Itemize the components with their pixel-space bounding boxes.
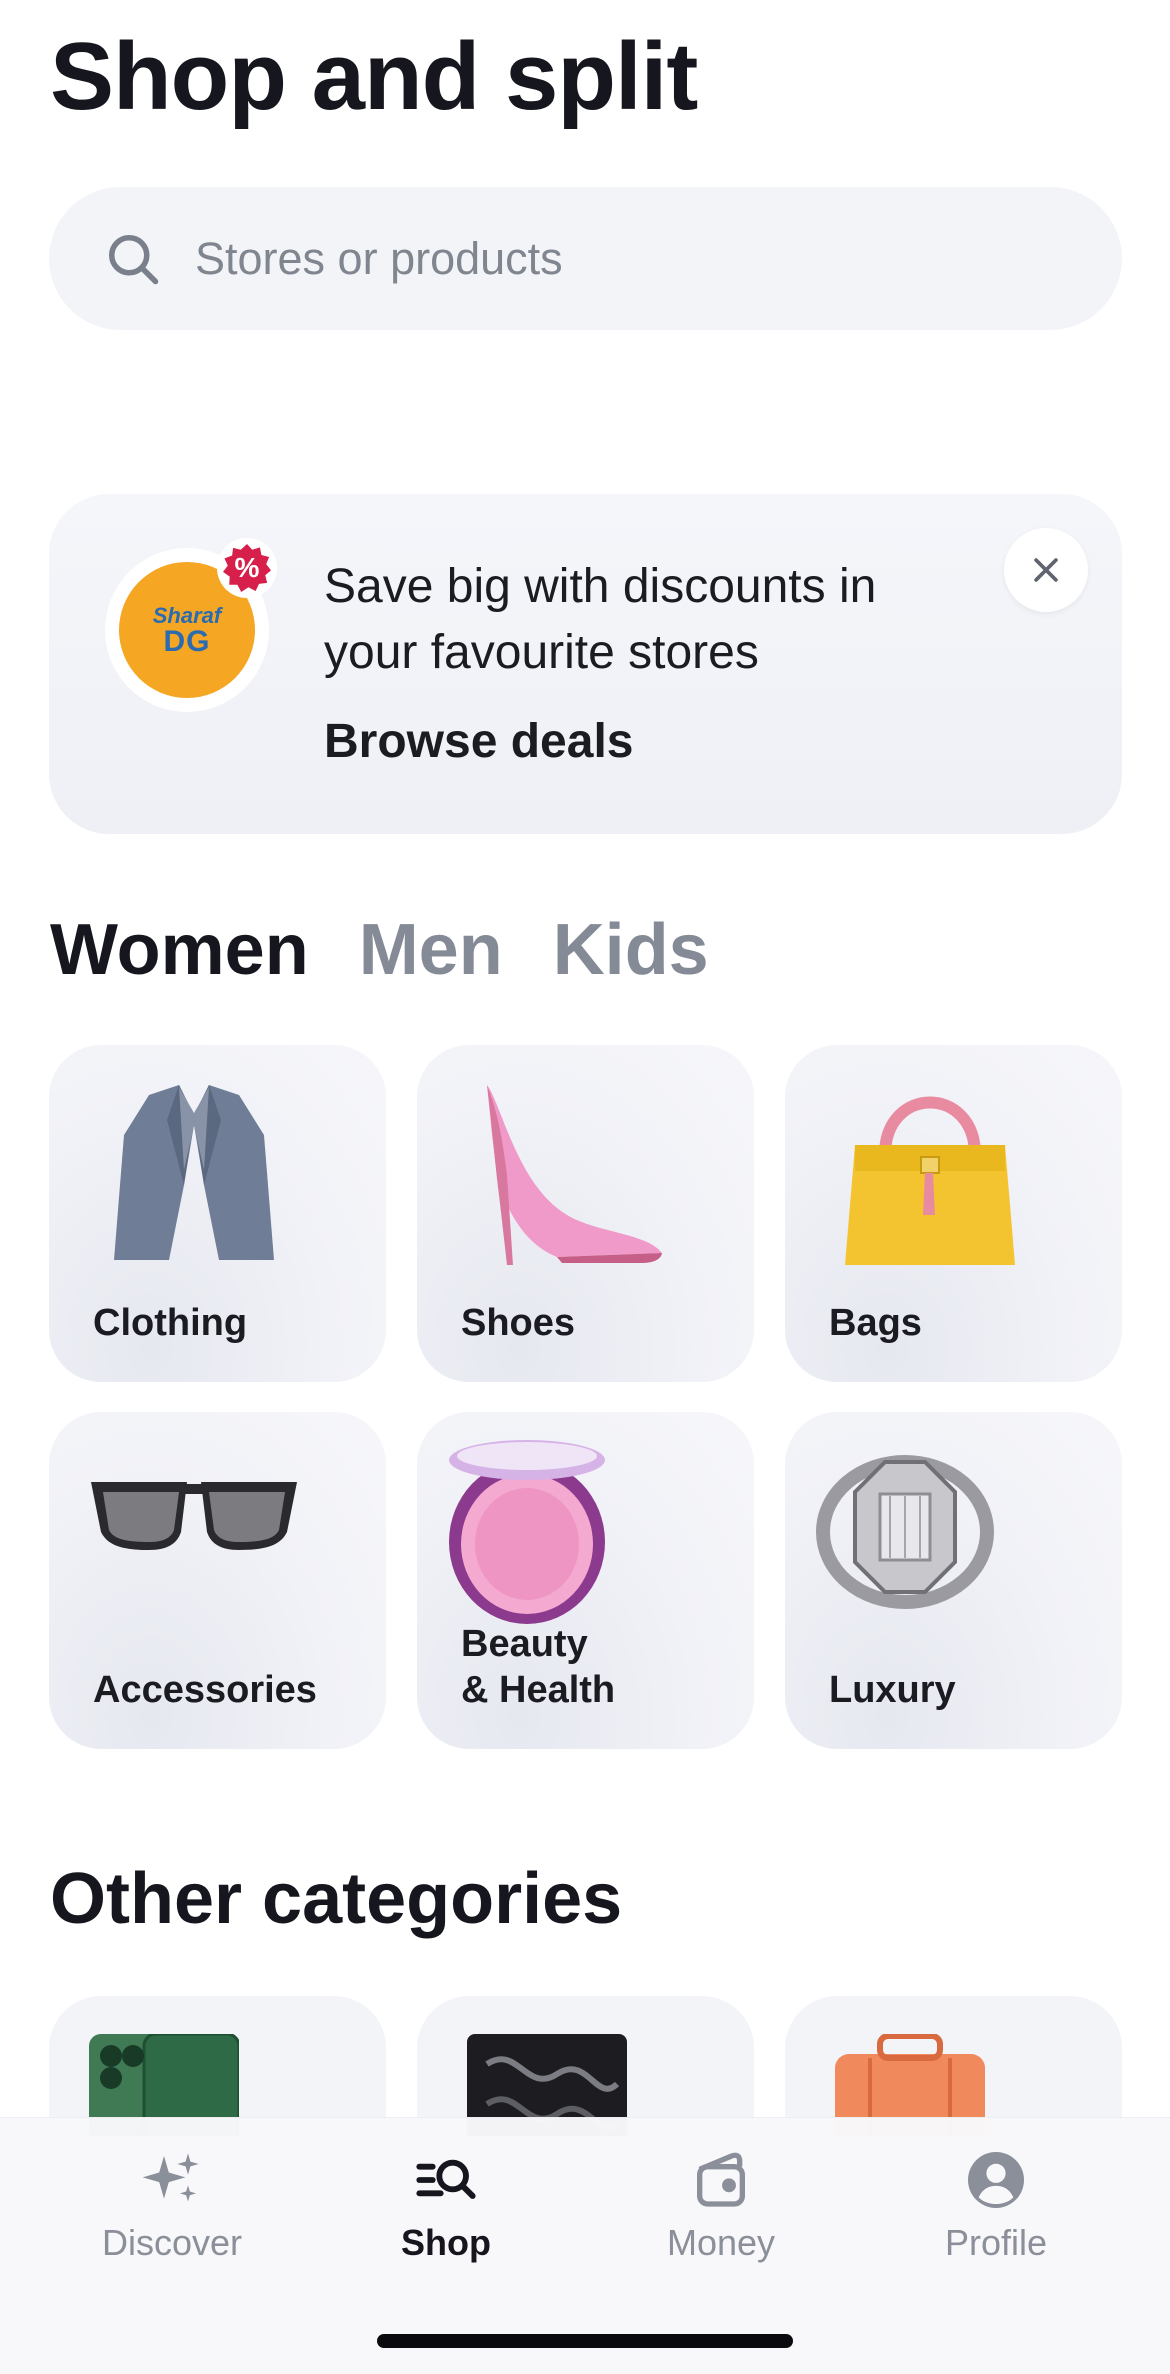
search-input[interactable] — [195, 232, 1045, 285]
gender-tabs: Women Men Kids — [50, 905, 709, 995]
nav-discover[interactable]: Discover — [62, 2148, 282, 2264]
category-label: Accessories — [93, 1669, 317, 1711]
category-label: Beauty & Health — [461, 1623, 616, 1711]
category-grid: Clothing Shoes Bags Accessories Beauty &… — [49, 1045, 1122, 1749]
page-title: Shop and split — [50, 23, 698, 130]
close-promo-button[interactable] — [1004, 528, 1088, 612]
percent-icon: % — [223, 544, 271, 592]
store-logo-line2: DG — [163, 625, 211, 658]
category-accessories[interactable]: Accessories — [49, 1412, 386, 1749]
nav-label: Discover — [101, 2222, 243, 2263]
other-categories-row — [49, 1996, 1122, 2136]
profile-icon — [968, 2152, 1024, 2208]
close-icon — [1034, 558, 1058, 582]
discount-badge: % — [217, 538, 277, 598]
category-label: Luxury — [829, 1669, 956, 1711]
category-label: Shoes — [461, 1302, 576, 1344]
blazer-icon — [114, 1085, 274, 1260]
nav-label: Shop — [401, 2222, 491, 2263]
sunglasses-icon — [91, 1482, 297, 1550]
tab-kids[interactable]: Kids — [553, 905, 709, 995]
nav-label: Profile — [944, 2222, 1048, 2263]
nav-shop[interactable]: Shop — [336, 2148, 556, 2264]
ring-icon — [816, 1455, 994, 1609]
category-label: Clothing — [93, 1302, 248, 1344]
sparkles-icon — [142, 2153, 199, 2202]
promo-text: Save big with discounts in your favourit… — [324, 560, 877, 679]
heel-shoe-icon — [487, 1085, 662, 1265]
compact-powder-icon — [449, 1440, 605, 1624]
nav-label: Money — [666, 2222, 776, 2263]
promo-banner[interactable]: Sharaf DG % Save big with discounts in y… — [49, 494, 1122, 834]
other-categories-title: Other categories — [50, 1859, 623, 1939]
search-icon — [109, 234, 159, 284]
tab-women[interactable]: Women — [50, 905, 309, 995]
tab-men[interactable]: Men — [359, 905, 503, 995]
category-label: Bags — [829, 1302, 922, 1344]
category-shoes[interactable]: Shoes — [417, 1045, 754, 1382]
category-luxury[interactable]: Luxury — [785, 1412, 1122, 1749]
handbag-icon — [845, 1096, 1015, 1265]
nav-money[interactable]: Money — [611, 2148, 831, 2264]
other-category-laptops[interactable] — [417, 1996, 754, 2136]
search-bar[interactable] — [49, 187, 1122, 330]
category-beauty-health[interactable]: Beauty & Health — [417, 1412, 754, 1749]
shop-search-icon — [416, 2159, 476, 2199]
other-category-phones[interactable] — [49, 1996, 386, 2136]
wallet-icon — [697, 2152, 745, 2207]
other-category-luggage[interactable] — [785, 1996, 1122, 2136]
browse-deals-link[interactable]: Browse deals — [324, 714, 633, 769]
home-indicator — [377, 2334, 793, 2348]
nav-profile[interactable]: Profile — [886, 2148, 1106, 2264]
category-bags[interactable]: Bags — [785, 1045, 1122, 1382]
category-clothing[interactable]: Clothing — [49, 1045, 386, 1382]
